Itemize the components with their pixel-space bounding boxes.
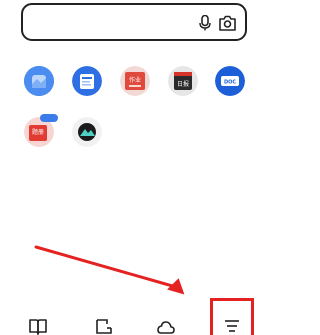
camera-icon[interactable] [219,15,236,31]
new-badge [40,114,58,122]
annotation-arrow [34,245,185,295]
app-screen: 作业 日报 DOC 题册 [0,0,270,335]
document-scan-icon [72,66,102,96]
microphone-icon[interactable] [199,15,211,31]
cloud-drive-icon [24,66,54,96]
cloud-icon[interactable] [157,318,175,335]
homework-tile-text: 作业 [129,76,141,84]
app-document-scan[interactable] [66,66,108,116]
app-daily-news[interactable]: 日报 [162,66,204,116]
app-study[interactable]: 题册 [18,114,60,167]
doc-icon: DOC [215,66,245,96]
homework-icon: 作业 [120,66,150,96]
crop-icon[interactable] [95,318,113,335]
app-doc[interactable]: DOC [209,66,251,116]
search-bar[interactable] [21,3,247,41]
study-tile-text: 题册 [32,129,44,136]
daily-news-icon: 日报 [168,66,198,96]
app-mountain[interactable] [66,117,108,167]
mountain-icon [72,117,102,147]
highlight-box [210,298,254,335]
app-homework[interactable]: 作业 [114,66,156,116]
app-cloud-drive[interactable] [18,66,60,116]
book-icon[interactable] [29,318,47,335]
doc-tile-text: DOC [224,80,236,86]
daily-tile-text: 日报 [177,80,189,88]
